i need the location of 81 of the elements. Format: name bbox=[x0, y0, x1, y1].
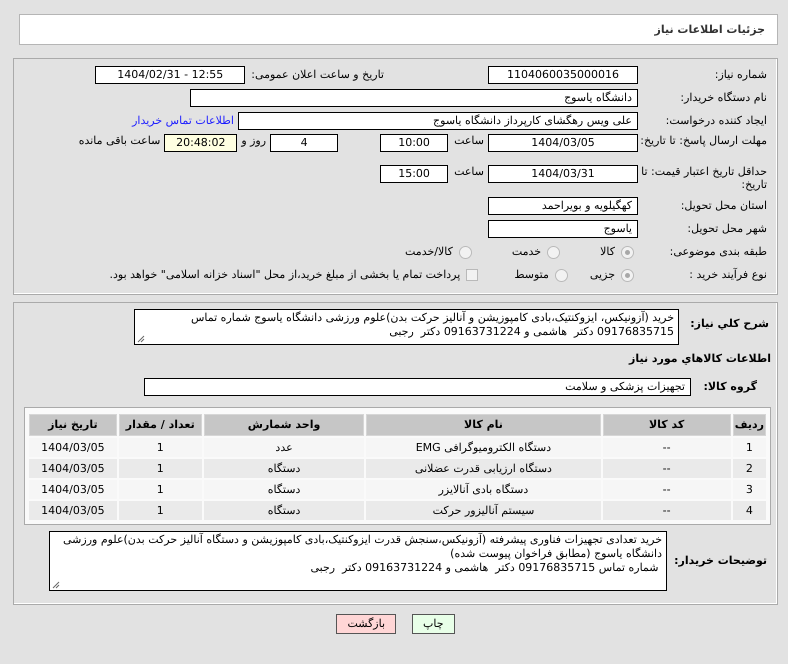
table-cell: 1404/03/05 bbox=[29, 500, 117, 520]
section-title: اطلاعات کالاهاي مورد نياز bbox=[629, 352, 771, 366]
table-cell: 1 bbox=[732, 438, 766, 457]
need-number-field[interactable]: 1104060035000016 bbox=[488, 66, 638, 84]
time-label: ساعت bbox=[454, 134, 484, 148]
option-label: کالا/خدمت bbox=[405, 245, 453, 259]
description-field[interactable]: خرید (آزونیکس، ایزوکنتیک،بادی کامپوزیشن و آنالیز حرکت بدن)علوم ورزشی دانشگاه یاسوج شماره تماس 09176835715 دکتر هاشمی و 09163731224 دکتر رجبی bbox=[134, 309, 679, 345]
radio-button[interactable] bbox=[458, 246, 472, 258]
city-field[interactable]: یاسوج bbox=[488, 220, 638, 238]
table-cell: دستگاه بادی آنالایزر bbox=[366, 480, 601, 499]
column-header: واحد شمارش bbox=[204, 414, 364, 436]
table-cell: 1404/03/05 bbox=[29, 438, 117, 457]
table-cell: دستگاه bbox=[204, 500, 364, 520]
field-label: شرح کلي نياز: bbox=[689, 316, 770, 330]
buyer-org-field[interactable]: دانشگاه یاسوج bbox=[190, 89, 638, 107]
table-cell: -- bbox=[602, 438, 731, 457]
radio-button[interactable] bbox=[621, 246, 634, 258]
field-label: شماره نیاز: bbox=[714, 68, 768, 82]
option-label: جزیی bbox=[590, 268, 615, 282]
back-button[interactable]: بازگشت bbox=[336, 614, 396, 634]
buyer-contact-link[interactable]: اطلاعات تماس خریدار bbox=[132, 114, 234, 128]
table-cell: 3 bbox=[732, 480, 766, 499]
table-cell: -- bbox=[602, 480, 731, 499]
page-title: جزئیات اطلاعات نیاز bbox=[19, 14, 778, 45]
column-header: کد کالا bbox=[602, 414, 731, 436]
time-label: ساعت bbox=[454, 165, 484, 178]
resize-grip-icon[interactable] bbox=[52, 580, 60, 589]
field-label: تاریخ و ساعت اعلان عمومی: bbox=[251, 68, 384, 82]
table-cell: عدد bbox=[204, 438, 364, 457]
field-label: مهلت ارسال پاسخ: تا تاریخ: bbox=[639, 134, 768, 148]
table-cell: -- bbox=[602, 458, 731, 478]
table-cell: 4 bbox=[732, 500, 766, 520]
field-label: شهر محل تحویل: bbox=[686, 222, 768, 236]
table-cell: 1404/03/05 bbox=[29, 458, 117, 478]
radio-button[interactable] bbox=[554, 268, 568, 282]
time-field[interactable]: 15:00 bbox=[380, 165, 448, 183]
requester-field[interactable]: علی ویس رهگشای کارپرداز دانشگاه یاسوج bbox=[238, 112, 638, 130]
payment-label: پرداخت تمام یا بخشی از مبلغ خرید،از محل "اسناد خزانه اسلامی" خواهد بود. bbox=[110, 268, 460, 282]
field-label: نوع فرآیند خرید : bbox=[688, 268, 768, 282]
option-label: کالا bbox=[600, 245, 615, 259]
radio-button[interactable] bbox=[621, 268, 634, 282]
table-cell: سیستم آنالیزور حرکت bbox=[366, 500, 601, 520]
table-cell: دستگاه bbox=[204, 458, 364, 478]
province-field[interactable]: کهگیلویه و بویراحمد bbox=[488, 197, 638, 215]
column-header: نام کالا bbox=[366, 414, 601, 436]
table-cell: دستگاه ارزیابی قدرت عضلانی bbox=[366, 458, 601, 478]
table-cell: 1 bbox=[118, 458, 202, 478]
table-cell: 1 bbox=[118, 500, 202, 520]
field-label: استان محل تحویل: bbox=[680, 199, 768, 213]
time-field[interactable]: 10:00 bbox=[380, 134, 448, 152]
table-cell: -- bbox=[602, 500, 731, 520]
column-header: تاریخ نیاز bbox=[29, 414, 117, 436]
table-cell: دستگاه bbox=[204, 480, 364, 499]
date-field[interactable]: 1404/03/31 bbox=[488, 165, 638, 183]
field-label: توضیحات خریدار: bbox=[673, 554, 768, 568]
announce-date-field[interactable]: 1404/02/31 - 12:55 bbox=[95, 66, 246, 84]
field-label: طبقه بندی موضوعی: bbox=[668, 245, 768, 259]
buyer-notes-field[interactable]: خرید تعدادی تجهیزات فناوری پیشرفته (آزونیکس،سنجش قدرت ایزوکنتیک،بادی کامپوزیشن و دستگاه آنالیز حرکت بدن)علوم ورزشی دانشگاه یاسوج (مطابق فراخوان پیوست شده) شماره تماس 09176835715 دکتر هاشمی و 09163731224 دکتر رجبی bbox=[49, 530, 667, 591]
option-label: خدمت bbox=[512, 245, 542, 259]
column-header: ردیف bbox=[732, 414, 766, 436]
date-field[interactable]: 1404/03/05 bbox=[488, 134, 638, 152]
field-label: حداقل تاریخ اعتبار قیمت: تا تاریخ: bbox=[640, 165, 768, 192]
table-cell: 1 bbox=[118, 438, 202, 457]
print-button[interactable]: چاپ bbox=[412, 614, 455, 634]
table-cell: 1 bbox=[118, 480, 202, 499]
radio-button[interactable] bbox=[547, 246, 560, 258]
days-label: روز و bbox=[241, 134, 266, 148]
option-label: متوسط bbox=[514, 268, 549, 282]
remaining-label: ساعت باقی مانده bbox=[78, 134, 160, 148]
checkbox[interactable] bbox=[466, 269, 478, 281]
field-label: ایجاد کننده درخواست: bbox=[664, 114, 768, 128]
table-cell: 1404/03/05 bbox=[29, 480, 117, 499]
remaining-time-field[interactable]: 20:48:02 bbox=[164, 134, 238, 152]
field-label: گروه کالا: bbox=[702, 380, 758, 394]
resize-grip-icon[interactable] bbox=[137, 334, 145, 343]
field-label: نام دستگاه خریدار: bbox=[679, 91, 768, 105]
goods-group-field[interactable]: تجهیزات پزشکی و سلامت bbox=[144, 378, 691, 396]
days-field[interactable]: 4 bbox=[270, 134, 338, 152]
column-header: تعداد / مقدار bbox=[118, 414, 202, 436]
table-cell: 2 bbox=[732, 458, 766, 478]
table-cell: دستگاه الکترومیوگرافی EMG bbox=[366, 438, 601, 457]
